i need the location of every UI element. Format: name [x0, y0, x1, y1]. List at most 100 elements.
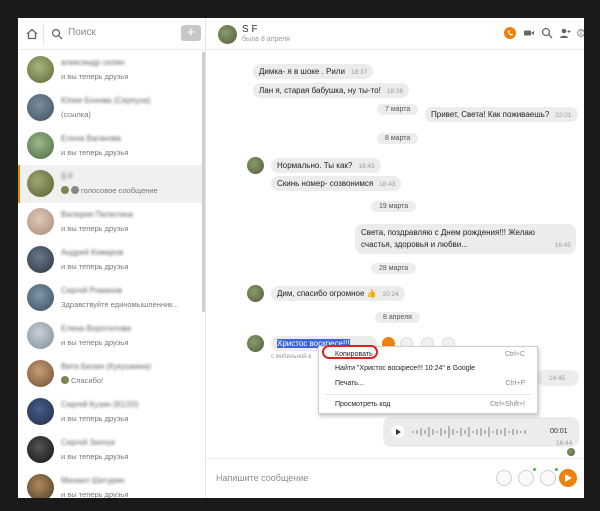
message-incoming[interactable]: Дим, спасибо огромное 👍 20:24 — [271, 286, 405, 301]
waveform[interactable] — [411, 425, 529, 439]
message-time: 20:24 — [382, 291, 399, 298]
online-dot — [533, 468, 536, 471]
message-incoming[interactable]: Димка- я в шоке . Рили 18:37 — [253, 64, 374, 79]
date-separator: 7 марта — [377, 104, 419, 115]
menu-shortcut: Ctrl+P — [505, 380, 525, 387]
message-outgoing[interactable]: Привет, Света! Как поживаешь? 22:01 — [425, 107, 578, 122]
voice-message[interactable]: 00:01 — [383, 417, 579, 447]
message-outgoing[interactable]: Света, поздравляю с Днем рождения!!! Жел… — [355, 224, 576, 254]
conversation-header: S F была 8 апреля — [207, 18, 584, 50]
chat-name: александр силин — [61, 58, 125, 67]
conversation-pane: S F была 8 апреля Димка- я в шоке . Рили… — [207, 18, 584, 498]
sender-avatar[interactable] — [247, 157, 264, 174]
date-separator: 19 марта — [371, 201, 417, 212]
chat-list-item[interactable]: Сергей Кузин (81/20) и вы теперь друзья — [18, 393, 205, 431]
message-time: 18:43 — [358, 163, 375, 170]
sent-from-mobile-note: с мобильной в — [271, 354, 312, 360]
attach-icon[interactable] — [518, 470, 534, 486]
avatar — [27, 170, 54, 197]
chat-list-item[interactable]: Елена Воротилова и вы теперь друзья — [18, 317, 205, 355]
message-time: 18:43 — [379, 181, 396, 188]
send-button[interactable] — [559, 469, 577, 487]
message-text: Димка- я в шоке . Рили — [259, 67, 345, 76]
copy-highlight-ring — [322, 345, 378, 359]
chat-name: Валерия Пилютина — [61, 210, 134, 219]
contact-name[interactable]: S F — [242, 24, 258, 35]
chat-sidebar: Поиск + александр силин и вы теперь друз… — [18, 18, 206, 498]
menu-divider — [325, 394, 531, 395]
search-icon[interactable] — [51, 28, 63, 40]
message-text: Привет, Света! Как поживаешь? — [431, 110, 550, 119]
chat-preview: голосовое сообщение — [61, 186, 158, 195]
new-chat-button[interactable]: + — [181, 25, 201, 41]
chat-list-item[interactable]: Елена Ваганова и вы теперь друзья — [18, 127, 205, 165]
info-icon[interactable] — [577, 27, 584, 39]
chat-preview: и вы теперь друзья — [61, 338, 129, 347]
menu-shortcut: Ctrl+C — [504, 351, 525, 358]
chat-preview-text: Спасибо! — [71, 376, 104, 385]
search-input[interactable]: Поиск — [68, 27, 96, 38]
sidebar-scrollbar[interactable] — [202, 52, 205, 312]
menu-item-search-google[interactable]: Найти "Христос воскресе!!! 10:24" в Goog… — [319, 362, 537, 376]
toolbar-divider — [43, 24, 44, 44]
add-participant-icon[interactable] — [559, 27, 571, 39]
avatar — [27, 56, 54, 83]
message-time: 18:37 — [350, 69, 368, 76]
chat-list-item[interactable]: Андрей Комаров и вы теперь друзья — [18, 241, 205, 279]
avatar — [27, 132, 54, 159]
message-text: Скинь номер- созвонимся — [277, 179, 374, 188]
chat-name: Андрей Комаров — [61, 248, 124, 257]
avatar — [27, 474, 54, 498]
message-incoming[interactable]: Нормально. Ты как? 18:43 — [271, 158, 381, 173]
play-button[interactable] — [391, 425, 404, 438]
sender-avatar[interactable] — [247, 335, 264, 352]
message-outgoing[interactable]: 16:45 — [537, 370, 579, 386]
chat-list-item[interactable]: Сергей Зинчук и вы теперь друзья — [18, 431, 205, 469]
menu-item-view-source[interactable]: Просмотреть код Ctrl+Shift+I — [319, 398, 537, 412]
chat-list-item-active[interactable]: S F голосовое сообщение — [18, 165, 205, 203]
chat-list-item[interactable]: Валерия Пилютина и вы теперь друзья — [18, 203, 205, 241]
date-separator: 28 марта — [371, 263, 417, 274]
search-icon[interactable] — [541, 27, 553, 39]
chat-name: Елена Ваганова — [61, 134, 121, 143]
menu-item-print[interactable]: Печать... Ctrl+P — [319, 377, 537, 391]
avatar — [27, 322, 54, 349]
chat-list-item[interactable]: Сергей Романов Здравствуйте единомышленн… — [18, 279, 205, 317]
sender-avatar[interactable] — [247, 285, 264, 302]
message-text: Лан я, старая бабушка, ну ты-то! — [259, 86, 381, 95]
chat-list-item[interactable]: александр силин и вы теперь друзья — [18, 51, 205, 89]
online-dot — [555, 468, 558, 471]
chat-list-item[interactable]: Михаил Шатурин и вы теперь друзья — [18, 469, 205, 498]
avatar — [27, 284, 54, 311]
menu-item-label: Просмотреть код — [335, 401, 391, 408]
chat-preview-text: голосовое сообщение — [81, 186, 158, 195]
emoji-icon[interactable] — [540, 470, 556, 486]
games-icon[interactable] — [496, 470, 512, 486]
read-receipt-avatar — [567, 448, 575, 456]
message-incoming[interactable]: Лан я, старая бабушка, ну ты-то! 18:38 — [253, 83, 410, 98]
chat-preview: и вы теперь друзья — [61, 262, 129, 271]
avatar — [27, 94, 54, 121]
phone-icon[interactable] — [504, 27, 516, 39]
message-input[interactable]: Напишите сообщение — [216, 473, 308, 483]
chat-list: александр силин и вы теперь друзья Юлия … — [18, 51, 205, 498]
chat-preview: (ссылка) — [61, 110, 91, 119]
chat-list-item[interactable]: Юлия Бонова (Серпуха) (ссылка) — [18, 89, 205, 127]
video-call-icon[interactable] — [523, 27, 535, 39]
message-incoming[interactable]: Скинь номер- созвонимся 18:43 — [271, 176, 402, 191]
contact-avatar[interactable] — [218, 25, 237, 44]
chat-name: Сергей Кузин (81/20) — [61, 400, 139, 409]
chat-preview: и вы теперь друзья — [61, 452, 129, 461]
message-text: Нормально. Ты как? — [277, 161, 353, 170]
date-separator: 8 марта — [377, 133, 419, 144]
sidebar-toolbar: Поиск + — [18, 18, 205, 50]
chat-name: Вита Белая (Кукушкина) — [61, 362, 151, 371]
sender-avatar — [61, 376, 69, 384]
chat-list-item[interactable]: Вита Белая (Кукушкина) Спасибо! — [18, 355, 205, 393]
active-indicator — [18, 165, 20, 203]
chat-preview: и вы теперь друзья — [61, 414, 129, 423]
menu-item-label: Найти "Христос воскресе!!! 10:24" в Goog… — [335, 365, 476, 372]
message-time: 16:45 — [554, 242, 571, 249]
home-icon[interactable] — [26, 28, 38, 40]
chat-preview: Здравствуйте единомышленник... — [61, 300, 179, 309]
